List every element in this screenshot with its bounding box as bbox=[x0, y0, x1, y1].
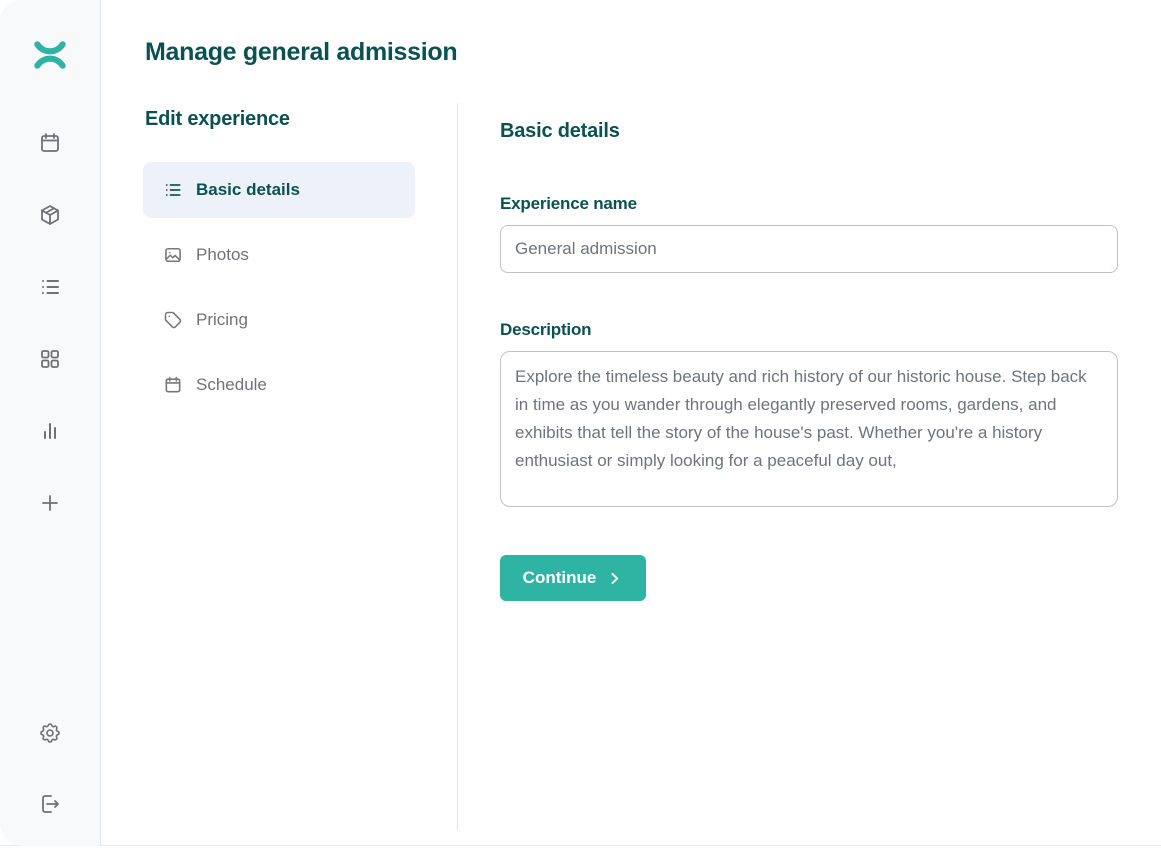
sidebar-list-button[interactable] bbox=[26, 263, 74, 311]
sidebar-bar-chart-button[interactable] bbox=[26, 407, 74, 455]
gear-icon bbox=[38, 721, 62, 745]
sidebar-package-button[interactable] bbox=[26, 191, 74, 239]
sidebar-logout-button[interactable] bbox=[26, 780, 74, 828]
experience-name-label: Experience name bbox=[500, 193, 1118, 215]
panel-divider bbox=[457, 103, 458, 830]
sidebar-settings-button[interactable] bbox=[26, 709, 74, 757]
app-window: Manage general admission Edit experience… bbox=[0, 0, 1161, 846]
nav-item-pricing[interactable]: Pricing bbox=[143, 292, 415, 348]
brand-logo-button[interactable] bbox=[0, 36, 100, 76]
sidebar-calendar-button[interactable] bbox=[26, 119, 74, 167]
list-icon bbox=[38, 275, 62, 299]
list-details-icon bbox=[163, 180, 183, 200]
nav-item-schedule[interactable]: Schedule bbox=[143, 357, 415, 413]
basic-details-form: Basic details Experience name Descriptio… bbox=[500, 119, 1118, 601]
nav-item-label: Basic details bbox=[196, 180, 300, 200]
edit-experience-nav: Basic details Photos Pricing bbox=[143, 162, 415, 413]
sidebar-add-button[interactable] bbox=[26, 479, 74, 527]
description-label: Description bbox=[500, 319, 1118, 341]
chevron-right-icon bbox=[606, 570, 623, 587]
section-heading: Basic details bbox=[500, 119, 1118, 143]
tag-icon bbox=[163, 310, 183, 330]
brand-x-logo-icon bbox=[32, 39, 68, 74]
package-icon bbox=[38, 203, 62, 227]
sidebar-grid-button[interactable] bbox=[26, 335, 74, 383]
continue-button-label: Continue bbox=[523, 568, 597, 588]
nav-item-basic-details[interactable]: Basic details bbox=[143, 162, 415, 218]
calendar-icon bbox=[163, 375, 183, 395]
bar-chart-icon bbox=[38, 419, 62, 443]
logout-icon bbox=[38, 792, 62, 816]
sidebar-main-nav bbox=[0, 119, 100, 527]
sidebar-footer-nav bbox=[0, 709, 100, 828]
edit-experience-heading: Edit experience bbox=[145, 108, 290, 131]
nav-item-label: Photos bbox=[196, 245, 249, 265]
description-textarea[interactable]: Explore the timeless beauty and rich his… bbox=[500, 351, 1118, 507]
continue-button[interactable]: Continue bbox=[500, 555, 646, 601]
grid-icon bbox=[38, 347, 62, 371]
sidebar bbox=[0, 0, 101, 846]
photo-icon bbox=[163, 245, 183, 265]
nav-item-label: Pricing bbox=[196, 310, 248, 330]
nav-item-label: Schedule bbox=[196, 375, 267, 395]
page-title: Manage general admission bbox=[145, 38, 457, 67]
experience-name-input[interactable] bbox=[500, 225, 1118, 273]
calendar-icon bbox=[38, 131, 62, 155]
nav-item-photos[interactable]: Photos bbox=[143, 227, 415, 283]
plus-icon bbox=[38, 491, 62, 515]
